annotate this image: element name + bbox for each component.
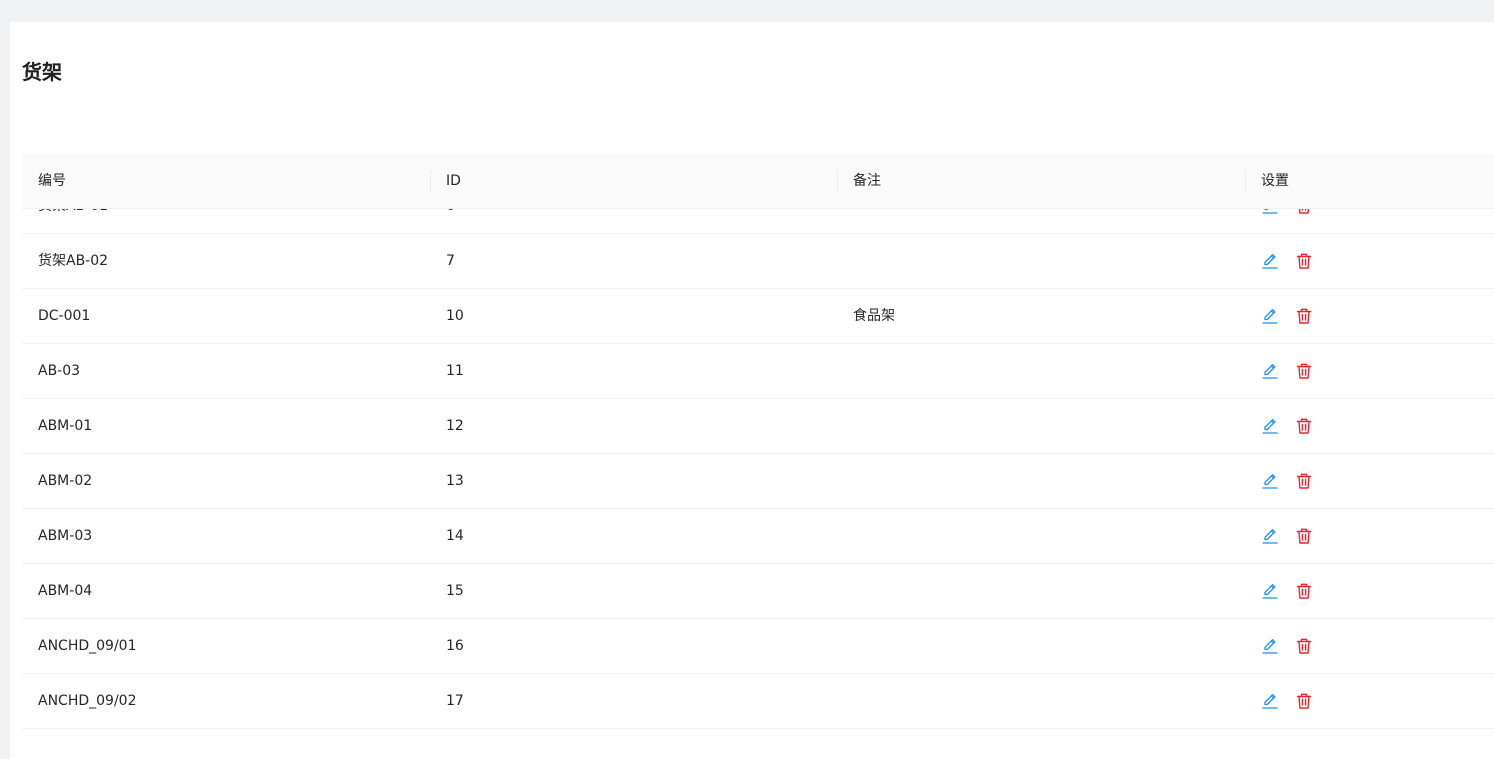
cell-code: ANCHD_09/02 [38,693,137,709]
cell-id: 12 [446,418,464,434]
cell-note: 食品架 [853,308,895,324]
cell-actions [1245,674,1494,728]
cell-actions [1245,564,1494,618]
cell-note [837,454,1245,508]
cell-code: ANCHD_09/01 [38,638,137,654]
cell-note [837,399,1245,453]
trash-icon[interactable] [1295,307,1313,325]
edit-icon[interactable] [1261,472,1279,490]
cell-id: 11 [446,363,464,379]
cell-note [837,209,1245,233]
edit-icon[interactable] [1261,362,1279,380]
table-row: ABM-03 14 [22,509,1494,564]
trash-icon[interactable] [1295,637,1313,655]
trash-icon[interactable] [1295,472,1313,490]
edit-icon[interactable] [1261,417,1279,435]
cell-note [837,234,1245,288]
cell-id: 10 [446,308,464,324]
trash-icon[interactable] [1295,209,1313,215]
trash-icon[interactable] [1295,527,1313,545]
table-row: 货架AB-02 7 [22,234,1494,289]
cell-actions [1245,399,1494,453]
trash-icon[interactable] [1295,692,1313,710]
table-rows: 货架AB-016 货架AB-02 7 DC-001 10 食品架 AB-03 11 ABM-01… [22,209,1494,729]
table-row: 货架AB-016 [22,209,1494,234]
cell-actions [1245,289,1494,343]
cell-code: AB-03 [38,363,81,379]
cell-note [837,509,1245,563]
trash-icon[interactable] [1295,362,1313,380]
table-row: ANCHD_09/02 17 [22,674,1494,729]
cell-code: 货架AB-02 [38,253,109,269]
table-body[interactable]: 货架AB-016 货架AB-02 7 DC-001 10 食品架 AB-03 11 ABM-01… [22,209,1494,759]
cell-note [837,674,1245,728]
edit-icon[interactable] [1261,582,1279,600]
edit-icon[interactable] [1261,527,1279,545]
cell-code: DC-001 [38,308,91,324]
trash-icon[interactable] [1295,582,1313,600]
cell-note [837,619,1245,673]
trash-icon[interactable] [1295,417,1313,435]
cell-code: ABM-03 [38,528,93,544]
table-row: AB-03 11 [22,344,1494,399]
cell-id: 7 [446,253,455,269]
edit-icon[interactable] [1261,637,1279,655]
cell-id: 16 [446,638,464,654]
cell-actions [1245,619,1494,673]
cell-note [837,344,1245,398]
cell-actions [1245,209,1494,233]
column-header-note: 备注 [837,154,1245,208]
cell-id: 17 [446,693,464,709]
table-row: DC-001 10 食品架 [22,289,1494,344]
content-panel: 货架 编号 ID 备注 设置 货架AB-016 货架AB-02 7 DC-001 10 食… [10,22,1494,759]
cell-id: 6 [430,209,837,233]
page-title: 货架 [22,60,62,84]
cell-code: 货架AB-01 [22,209,430,233]
cell-id: 15 [446,583,464,599]
trash-icon[interactable] [1295,252,1313,270]
cell-actions [1245,454,1494,508]
table-header: 编号 ID 备注 设置 [22,154,1494,209]
cell-id: 13 [446,473,464,489]
cell-note [837,564,1245,618]
cell-code: ABM-04 [38,583,93,599]
table-row: ABM-04 15 [22,564,1494,619]
cell-code: ABM-02 [38,473,93,489]
shelf-table: 编号 ID 备注 设置 货架AB-016 货架AB-02 7 DC-001 10 食品架 A… [22,154,1494,759]
edit-icon[interactable] [1261,252,1279,270]
cell-actions [1245,509,1494,563]
table-row: ABM-02 13 [22,454,1494,509]
edit-icon[interactable] [1261,209,1279,215]
cell-actions [1245,344,1494,398]
table-row: ANCHD_09/01 16 [22,619,1494,674]
cell-id: 14 [446,528,464,544]
cell-actions [1245,234,1494,288]
column-header-settings: 设置 [1245,154,1494,208]
column-header-id: ID [430,154,837,208]
edit-icon[interactable] [1261,692,1279,710]
table-row: ABM-01 12 [22,399,1494,454]
cell-code: ABM-01 [38,418,93,434]
column-header-code: 编号 [38,173,66,189]
edit-icon[interactable] [1261,307,1279,325]
